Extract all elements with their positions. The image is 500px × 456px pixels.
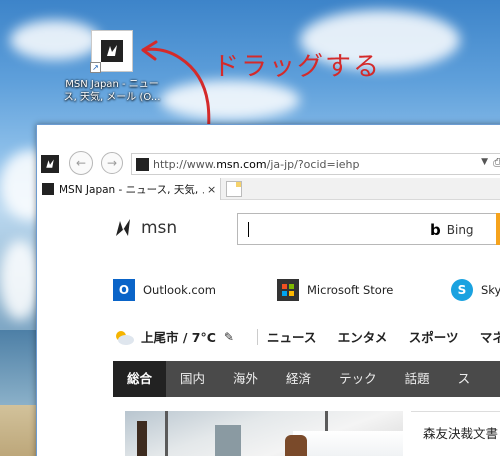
shortcut-arrow-icon: ↗ — [90, 62, 101, 73]
back-button[interactable]: ← — [69, 151, 93, 175]
new-tab-button[interactable] — [226, 181, 242, 197]
tab-title: MSN Japan - ニュース, 天気, メ... — [59, 183, 204, 196]
category-bar: 総合 国内 海外 経済 テック 話題 ス — [113, 361, 500, 397]
outlook-icon: O — [113, 279, 135, 301]
category-tab-domestic[interactable]: 国内 — [166, 361, 219, 397]
browser-window: ← → http://www.msn.com/ja-jp/?ocid=iehp … — [36, 124, 500, 456]
quick-links: O Outlook.com Microsoft Store S Skyp — [37, 273, 500, 307]
forward-button[interactable]: → — [101, 152, 123, 174]
tab-bar: MSN Japan - ニュース, 天気, メ... × — [37, 178, 500, 200]
back-arrow-icon: ← — [75, 156, 87, 170]
skype-icon: S — [451, 279, 473, 301]
msn-butterfly-icon — [41, 155, 59, 173]
tab-msn-japan[interactable]: MSN Japan - ニュース, 天気, メ... × — [37, 178, 221, 200]
bing-label: b Bing — [430, 221, 474, 239]
quick-link-outlook[interactable]: O Outlook.com — [113, 279, 216, 301]
edit-pencil-icon[interactable]: ✎ — [224, 330, 234, 344]
weather-widget[interactable]: 上尾市 / 7°C ✎ — [113, 327, 234, 346]
msn-butterfly-icon — [42, 183, 54, 195]
store-bag-icon — [277, 279, 299, 301]
drag-instruction-text: ドラッグする — [213, 52, 382, 82]
category-tab-economy[interactable]: 経済 — [272, 361, 325, 397]
top-nav-links: ニュース エンタメ スポーツ マネー — [267, 327, 500, 346]
compat-view-icon[interactable]: ⎙ — [493, 156, 500, 170]
desktop-shortcut-label: MSN Japan - ニュース, 天気, メール (O... — [63, 79, 161, 103]
msn-butterfly-icon — [116, 219, 130, 236]
search-button[interactable] — [496, 213, 500, 245]
search-input[interactable]: b Bing — [237, 213, 500, 245]
category-tab-topics[interactable]: 話題 — [391, 361, 444, 397]
category-tab-tech[interactable]: テック — [325, 361, 391, 397]
address-bar-row: ← → http://www.msn.com/ja-jp/?ocid=iehp … — [37, 151, 500, 177]
forward-arrow-icon: → — [106, 156, 118, 170]
site-favicon-draggable[interactable] — [41, 155, 59, 173]
quick-link-store[interactable]: Microsoft Store — [277, 279, 393, 301]
address-url: http://www.msn.com/ja-jp/?ocid=iehp — [153, 157, 360, 171]
nav-link-entertainment[interactable]: エンタメ — [338, 330, 388, 345]
weather-nav-row: 上尾市 / 7°C ✎ ニュース エンタメ スポーツ マネー — [37, 321, 500, 351]
tab-close-button[interactable]: × — [207, 183, 216, 196]
nav-link-sports[interactable]: スポーツ — [409, 330, 459, 345]
msn-butterfly-icon — [136, 157, 149, 171]
category-tab-sports[interactable]: ス — [444, 361, 485, 397]
news-image[interactable] — [125, 411, 403, 456]
address-input[interactable]: http://www.msn.com/ja-jp/?ocid=iehp ▼ ⎙ — [131, 153, 500, 175]
web-page: msn b Bing O Outlook.com Microsoft Store — [37, 201, 500, 456]
address-dropdown-icon[interactable]: ▼ — [481, 157, 488, 167]
partly-cloudy-icon — [113, 328, 135, 346]
nav-link-news[interactable]: ニュース — [267, 330, 316, 345]
desktop-shortcut-msn[interactable]: ↗ MSN Japan - ニュース, 天気, メール (O... — [62, 30, 162, 104]
msn-butterfly-icon: ↗ — [90, 30, 133, 73]
quick-link-skype[interactable]: S Skyp — [451, 279, 500, 301]
category-tab-overseas[interactable]: 海外 — [219, 361, 272, 397]
category-tab-general[interactable]: 総合 — [113, 361, 167, 397]
nav-link-money[interactable]: マネー — [480, 330, 500, 345]
msn-logo[interactable]: msn — [113, 217, 177, 239]
bing-logo-icon: b — [430, 221, 441, 239]
news-headline[interactable]: 森友決裁文書 — [423, 423, 498, 442]
